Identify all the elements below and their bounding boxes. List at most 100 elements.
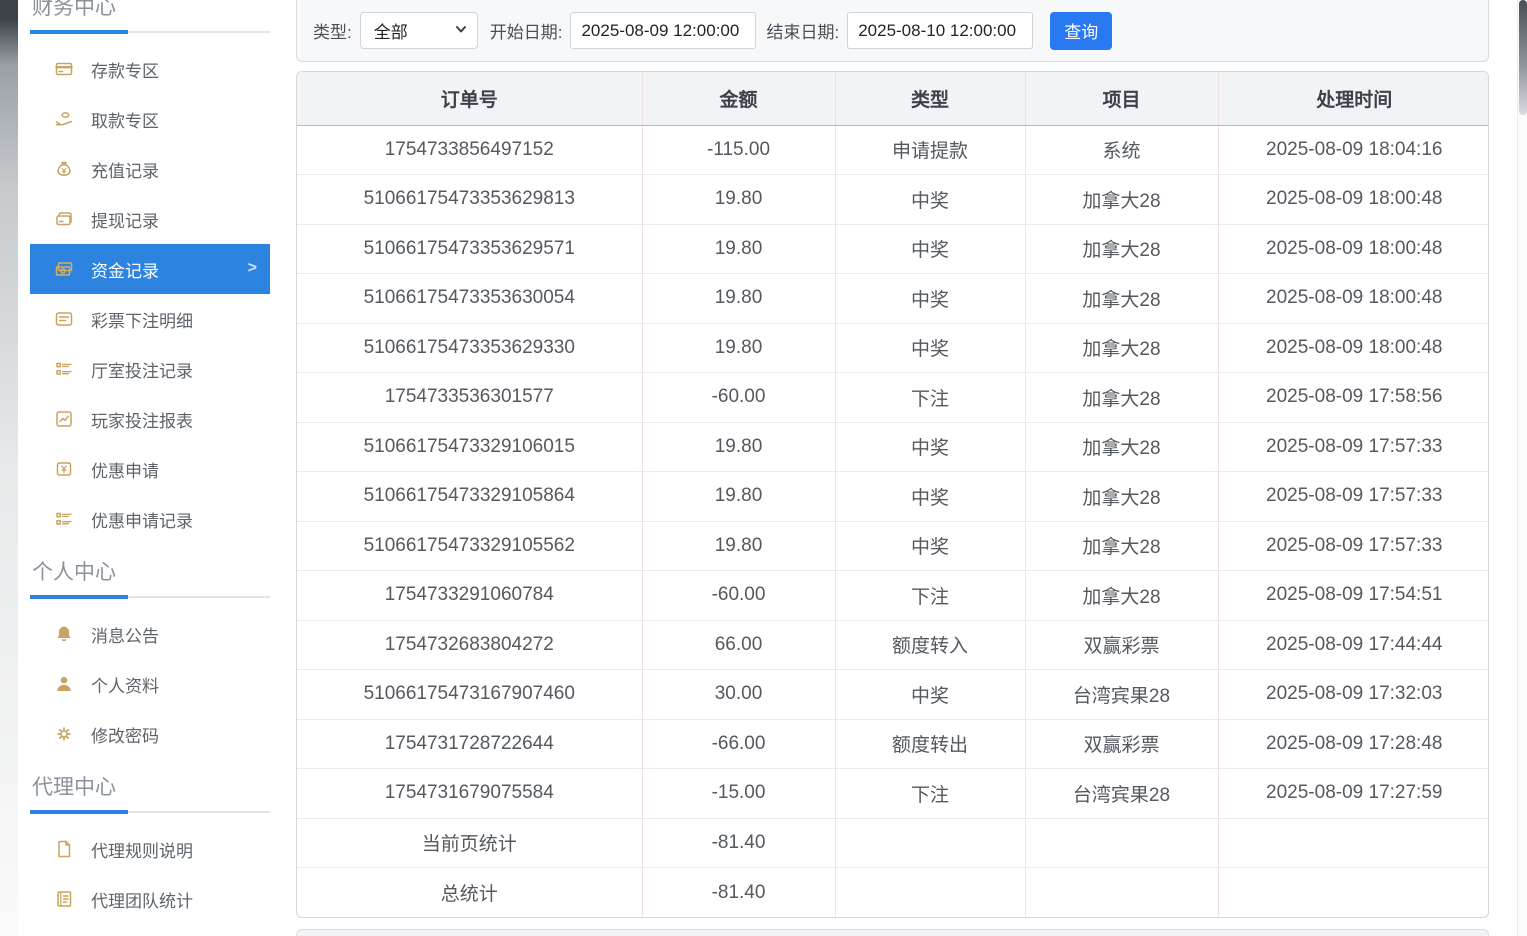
filter-panel: 类型: 全部 开始日期: 结束日期: 查询: [296, 0, 1489, 62]
column-header: 项目: [1025, 72, 1218, 125]
sidebar-item[interactable]: 消息公告: [30, 609, 270, 659]
time-cell: [1218, 868, 1489, 918]
table-row: 5106617547335362933019.80中奖加拿大282025-08-…: [297, 323, 1489, 373]
amount-cell: 66.00: [642, 620, 835, 670]
end-date-label: 结束日期:: [766, 18, 839, 43]
table-row: 5106617547335362981319.80中奖加拿大282025-08-…: [297, 175, 1489, 225]
sidebar-item[interactable]: 代理规则说明: [30, 824, 270, 874]
type-cell: 中奖: [835, 472, 1025, 522]
project-cell: 双赢彩票: [1025, 719, 1218, 769]
chevron-down-icon: [454, 21, 468, 41]
time-cell: 2025-08-09 18:00:48: [1218, 224, 1489, 274]
table-row: 5106617547335363005419.80中奖加拿大282025-08-…: [297, 274, 1489, 324]
sidebar-item[interactable]: 提现记录: [30, 194, 270, 244]
amount-cell: 19.80: [642, 422, 835, 472]
time-cell: [1218, 818, 1489, 868]
page-scrollbar[interactable]: [1517, 0, 1527, 936]
amount-cell: -60.00: [642, 571, 835, 621]
section-underline: [30, 30, 270, 34]
type-cell: [835, 868, 1025, 918]
table-body: 1754733856497152-115.00申请提款系统2025-08-09 …: [297, 125, 1489, 917]
main-content: 类型: 全部 开始日期: 结束日期: 查询 订单号金额类型项目处理时间 1754…: [296, 0, 1489, 936]
table-row: 5106617547316790746030.00中奖台湾宾果282025-08…: [297, 670, 1489, 720]
records-table: 订单号金额类型项目处理时间 1754733856497152-115.00申请提…: [297, 72, 1489, 917]
amount-cell: -81.40: [642, 868, 835, 918]
order-cell: 1754731728722644: [297, 719, 642, 769]
agent-team-report-icon: [54, 889, 74, 909]
section-underline: [30, 810, 270, 814]
project-cell: 加拿大28: [1025, 175, 1218, 225]
order-cell: 1754733856497152: [297, 125, 642, 175]
table-row: 5106617547335362957119.80中奖加拿大282025-08-…: [297, 224, 1489, 274]
project-cell: 加拿大28: [1025, 224, 1218, 274]
table-row: 175473268380427266.00额度转入双赢彩票2025-08-09 …: [297, 620, 1489, 670]
amount-cell: 30.00: [642, 670, 835, 720]
order-cell: 当前页统计: [297, 818, 642, 868]
order-cell: 1754731679075584: [297, 769, 642, 819]
type-cell: 中奖: [835, 422, 1025, 472]
order-cell: 51066175473329105562: [297, 521, 642, 571]
sidebar-item-label: 个人资料: [91, 672, 159, 697]
sidebar-item-label: 存款专区: [91, 57, 159, 82]
sidebar-item-label: 厅室投注记录: [91, 357, 193, 382]
type-cell: 中奖: [835, 175, 1025, 225]
sidebar-item-label: 优惠申请记录: [91, 507, 193, 532]
sidebar-item-label: 修改密码: [91, 722, 159, 747]
profile-person-icon: [54, 674, 74, 694]
sidebar-item[interactable]: 充值记录: [30, 144, 270, 194]
project-cell: 加拿大28: [1025, 274, 1218, 324]
type-cell: 中奖: [835, 670, 1025, 720]
order-cell: 51066175473329106015: [297, 422, 642, 472]
end-date-input[interactable]: [847, 12, 1033, 49]
sidebar-item[interactable]: 厅室投注记录: [30, 344, 270, 394]
time-cell: 2025-08-09 17:27:59: [1218, 769, 1489, 819]
order-cell: 1754732683804272: [297, 620, 642, 670]
sidebar-item[interactable]: 代理团队统计: [30, 874, 270, 924]
table-row: 1754731728722644-66.00额度转出双赢彩票2025-08-09…: [297, 719, 1489, 769]
promo-apply-icon: [54, 459, 74, 479]
table-row: 总统计-81.40: [297, 868, 1489, 918]
amount-cell: -15.00: [642, 769, 835, 819]
time-cell: 2025-08-09 17:57:33: [1218, 521, 1489, 571]
sidebar-item[interactable]: 优惠申请记录: [30, 494, 270, 544]
sidebar-item[interactable]: 取款专区: [30, 94, 270, 144]
type-select[interactable]: 全部: [360, 12, 478, 49]
recharge-moneybag-icon: [54, 159, 74, 179]
sidebar-item[interactable]: 修改密码: [30, 709, 270, 759]
sidebar-item-label: 充值记录: [91, 157, 159, 182]
type-cell: 下注: [835, 571, 1025, 621]
type-cell: [835, 818, 1025, 868]
table-row: 1754731679075584-15.00下注台湾宾果282025-08-09…: [297, 769, 1489, 819]
sidebar-item[interactable]: 存款专区: [30, 44, 270, 94]
start-date-input[interactable]: [570, 12, 756, 49]
sidebar-item-label: 彩票下注明细: [91, 307, 193, 332]
player-report-chart-icon: [54, 409, 74, 429]
sidebar-item[interactable]: 个人资料: [30, 659, 270, 709]
sidebar-item[interactable]: 资金记录>: [30, 244, 270, 294]
sidebar-item[interactable]: 玩家投注报表: [30, 394, 270, 444]
password-gear-icon: [54, 724, 74, 744]
query-button[interactable]: 查询: [1050, 12, 1112, 50]
amount-cell: 19.80: [642, 224, 835, 274]
type-label: 类型:: [313, 18, 352, 43]
table-header-row: 订单号金额类型项目处理时间: [297, 72, 1489, 125]
amount-cell: 19.80: [642, 472, 835, 522]
table-row: 5106617547332910601519.80中奖加拿大282025-08-…: [297, 422, 1489, 472]
sidebar-item[interactable]: 彩票下注明细: [30, 294, 270, 344]
time-cell: 2025-08-09 18:00:48: [1218, 274, 1489, 324]
sidebar-item-label: 消息公告: [91, 622, 159, 647]
scrollbar-thumb[interactable]: [1519, 0, 1527, 115]
type-cell: 额度转出: [835, 719, 1025, 769]
order-cell: 51066175473329105864: [297, 472, 642, 522]
pagination-panel-edge: [296, 929, 1489, 936]
type-cell: 中奖: [835, 521, 1025, 571]
sidebar-item[interactable]: 优惠申请: [30, 444, 270, 494]
table-row: 当前页统计-81.40: [297, 818, 1489, 868]
column-header: 金额: [642, 72, 835, 125]
column-header: 类型: [835, 72, 1025, 125]
agent-rules-doc-icon: [54, 839, 74, 859]
project-cell: 双赢彩票: [1025, 620, 1218, 670]
type-cell: 下注: [835, 373, 1025, 423]
table-row: 5106617547332910586419.80中奖加拿大282025-08-…: [297, 472, 1489, 522]
amount-cell: -60.00: [642, 373, 835, 423]
